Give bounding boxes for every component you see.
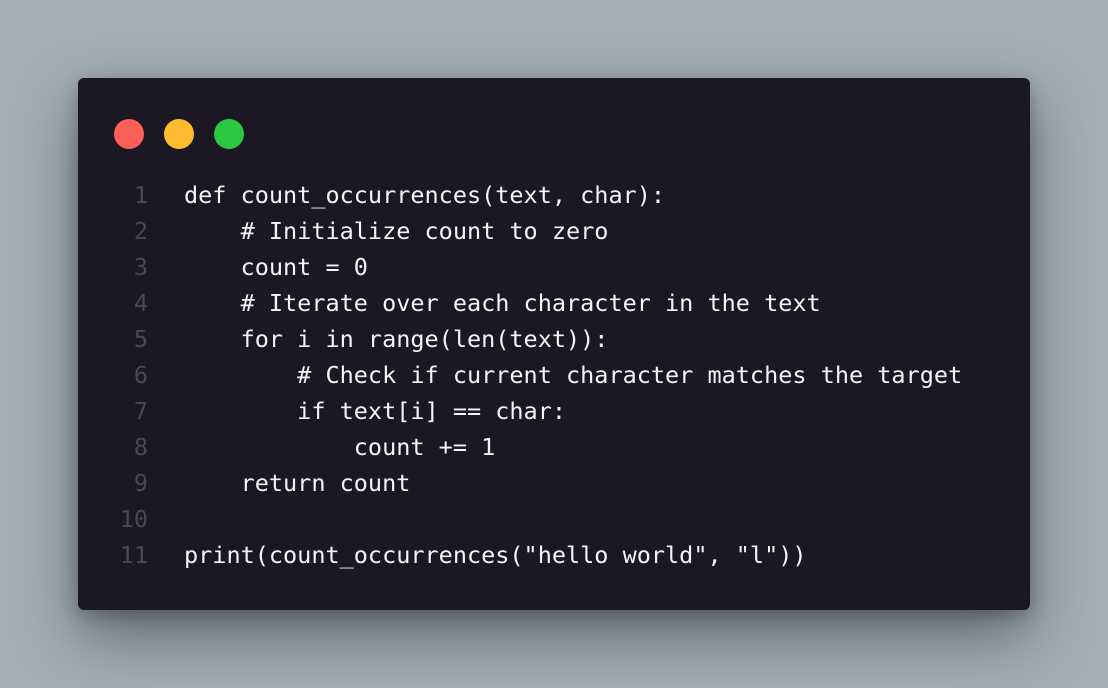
line-code: count = 0 (184, 253, 368, 281)
code-window: 1 def count_occurrences(text, char): 2 #… (78, 78, 1030, 610)
line-number: 6 (133, 361, 148, 389)
line-code: count += 1 (184, 433, 496, 461)
line-code: # Initialize count to zero (184, 217, 609, 245)
line-number: 4 (133, 289, 148, 317)
close-button[interactable] (114, 119, 144, 149)
window-controls (114, 119, 244, 149)
line-number: 1 (133, 181, 148, 209)
line-number: 2 (133, 217, 148, 245)
line-code: for i in range(len(text)): (184, 325, 609, 353)
code-line-10: 10 (78, 501, 1030, 537)
code-editor[interactable]: 1 def count_occurrences(text, char): 2 #… (78, 177, 1030, 573)
line-number: 10 (119, 505, 148, 533)
line-code: # Check if current character matches the… (184, 361, 963, 389)
line-code: return count (184, 469, 411, 497)
maximize-button[interactable] (214, 119, 244, 149)
line-code: if text[i] == char: (184, 397, 567, 425)
line-number: 11 (119, 541, 148, 569)
code-line-4: 4 # Iterate over each character in the t… (78, 285, 1030, 321)
minimize-button[interactable] (164, 119, 194, 149)
line-number: 9 (133, 469, 148, 497)
line-number: 3 (133, 253, 148, 281)
line-code: def count_occurrences(text, char): (184, 181, 666, 209)
code-line-7: 7 if text[i] == char: (78, 393, 1030, 429)
code-line-11: 11 print(count_occurrences("hello world"… (78, 537, 1030, 573)
line-number: 8 (133, 433, 148, 461)
line-code: # Iterate over each character in the tex… (184, 289, 821, 317)
code-line-6: 6 # Check if current character matches t… (78, 357, 1030, 393)
line-number: 5 (133, 325, 148, 353)
code-line-3: 3 count = 0 (78, 249, 1030, 285)
code-line-1: 1 def count_occurrences(text, char): (78, 177, 1030, 213)
code-line-5: 5 for i in range(len(text)): (78, 321, 1030, 357)
line-number: 7 (133, 397, 148, 425)
code-line-9: 9 return count (78, 465, 1030, 501)
code-line-2: 2 # Initialize count to zero (78, 213, 1030, 249)
code-line-8: 8 count += 1 (78, 429, 1030, 465)
line-code: print(count_occurrences("hello world", "… (184, 541, 807, 569)
